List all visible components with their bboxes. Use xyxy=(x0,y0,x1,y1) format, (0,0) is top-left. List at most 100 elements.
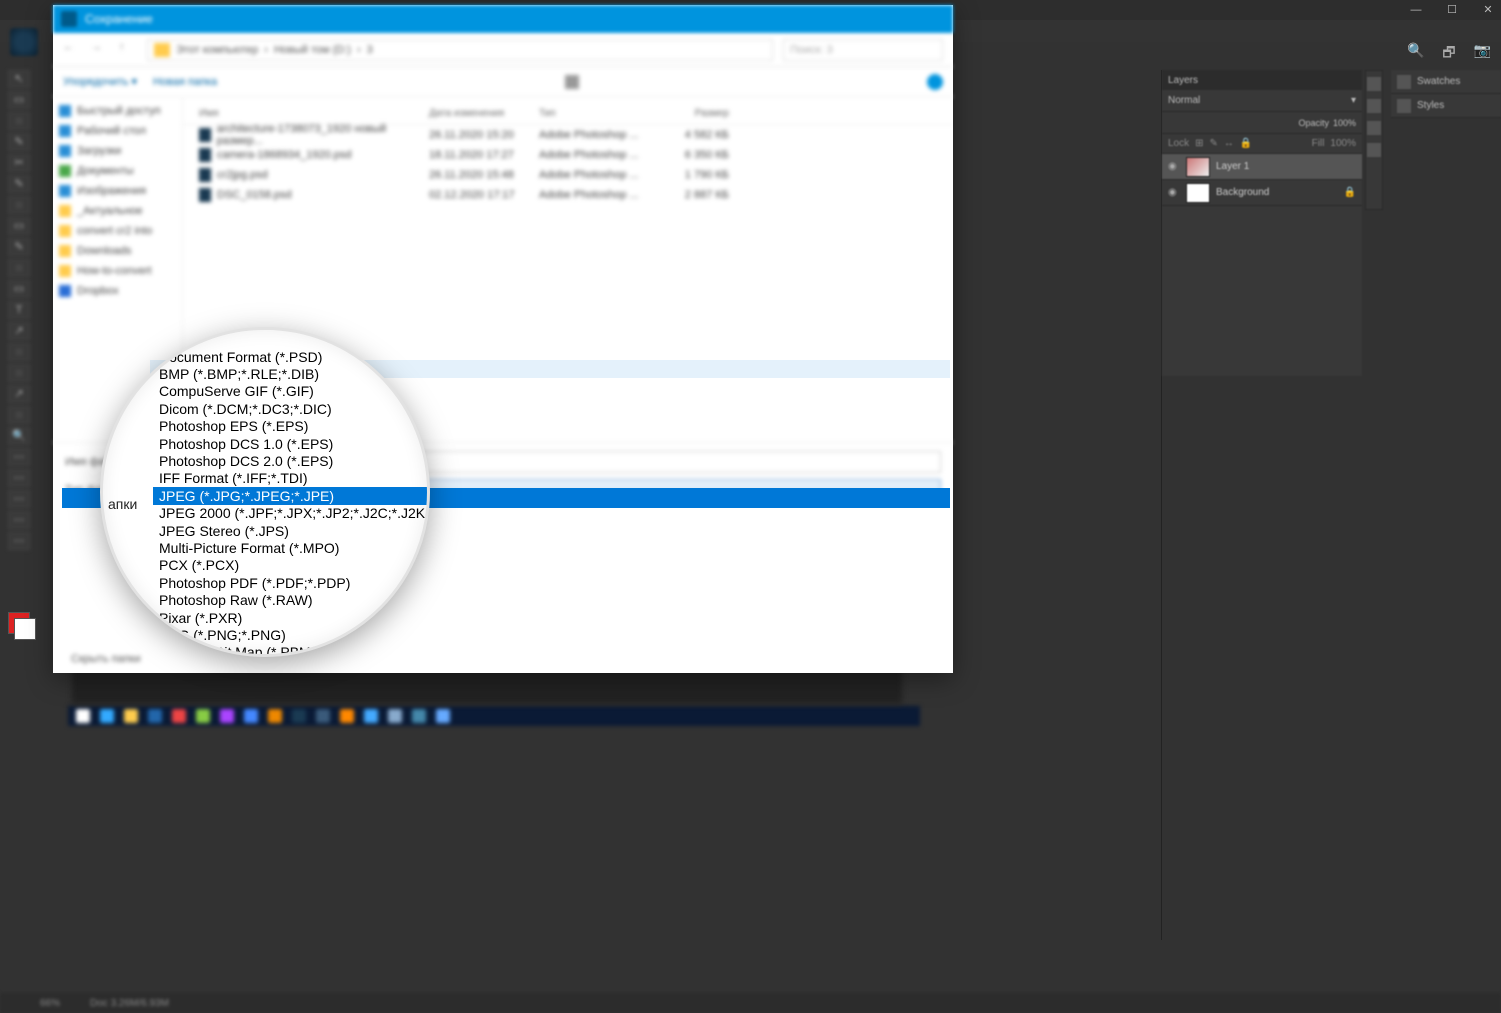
nav-back-button[interactable]: ← xyxy=(63,41,81,59)
search-icon[interactable]: 🔍 xyxy=(1407,42,1424,64)
file-format-option[interactable]: Portable Bit Map (*.PBM;*.PGM;*.PPM) xyxy=(153,644,430,657)
organize-button[interactable]: Упорядочить ▾ xyxy=(63,75,137,88)
lock-position-icon[interactable]: ✎ xyxy=(1210,138,1218,149)
layer-visibility-icon[interactable]: ◉ xyxy=(1168,161,1180,173)
dialog-titlebar[interactable]: Сохранение xyxy=(53,5,953,33)
layer-visibility-icon[interactable]: ◉ xyxy=(1168,187,1180,199)
view-mode-icon[interactable] xyxy=(565,75,579,89)
sidebar-item[interactable]: Документы xyxy=(59,161,176,181)
layer-thumbnail[interactable] xyxy=(1186,157,1210,177)
windows-taskbar[interactable] xyxy=(68,706,920,726)
file-format-option[interactable]: Pixar (*.PXR) xyxy=(153,609,430,626)
tool-button[interactable]: ◌ xyxy=(8,259,30,277)
tool-button[interactable]: ↖ xyxy=(8,70,30,88)
dialog-minimize-icon[interactable] xyxy=(913,12,925,24)
file-format-option[interactable]: Photoshop DCS 2.0 (*.EPS) xyxy=(153,452,430,469)
taskbar-app-icon[interactable] xyxy=(220,709,234,723)
window-maximize-button[interactable]: ☐ xyxy=(1445,3,1459,17)
opacity-value[interactable]: 100% xyxy=(1333,118,1356,128)
tool-button[interactable]: ⋯ xyxy=(8,448,30,466)
window-close-button[interactable]: ✕ xyxy=(1481,3,1495,17)
sidebar-item[interactable]: Изображения xyxy=(59,181,176,201)
sidebar-item[interactable]: Быстрый доступ xyxy=(59,101,176,121)
taskbar-app-icon[interactable] xyxy=(172,709,186,723)
tool-button[interactable]: ◌ xyxy=(8,364,30,382)
file-format-option[interactable]: JPEG Stereo (*.JPS) xyxy=(153,522,430,539)
breadcrumb-segment[interactable]: 3 xyxy=(367,44,373,56)
actions-icon[interactable] xyxy=(1367,99,1381,113)
sidebar-item[interactable]: Загрузки xyxy=(59,141,176,161)
tool-button[interactable]: ⋯ xyxy=(8,511,30,529)
layer-row[interactable]: ◉ Background 🔒 xyxy=(1162,180,1362,206)
taskbar-app-icon[interactable] xyxy=(316,709,330,723)
tool-button[interactable]: T xyxy=(8,301,30,319)
status-zoom[interactable]: 66% xyxy=(40,998,60,1009)
file-format-option[interactable]: JPEG 2000 (*.JPF;*.JPX;*.JP2;*.J2C;*.J2K… xyxy=(153,505,430,522)
file-row[interactable]: camera-1868934_1920.psd 18.11.2020 17:27… xyxy=(183,145,953,165)
col-date[interactable]: Дата изменения xyxy=(429,108,539,119)
col-name[interactable]: Имя xyxy=(199,108,429,119)
sidebar-item[interactable]: Рабочий стол xyxy=(59,121,176,141)
file-format-dropdown[interactable]: Document Format (*.PSD)BMP (*.BMP;*.RLE;… xyxy=(153,334,430,657)
tool-button[interactable]: ↗ xyxy=(8,385,30,403)
taskbar-app-icon[interactable] xyxy=(124,709,138,723)
taskbar-app-icon[interactable] xyxy=(196,709,210,723)
camera-icon[interactable]: 📷 xyxy=(1474,42,1491,64)
tool-button[interactable]: ▭ xyxy=(8,280,30,298)
sidebar-item[interactable]: Dropbox xyxy=(59,281,176,301)
taskbar-app-icon[interactable] xyxy=(364,709,378,723)
tool-button[interactable]: ✎ xyxy=(8,238,30,256)
swatches-label[interactable]: Swatches xyxy=(1417,76,1460,87)
taskbar-app-icon[interactable] xyxy=(292,709,306,723)
styles-icon[interactable] xyxy=(1397,99,1411,113)
layer-row[interactable]: ◉ Layer 1 xyxy=(1162,154,1362,180)
taskbar-app-icon[interactable] xyxy=(76,709,90,723)
taskbar-app-icon[interactable] xyxy=(436,709,450,723)
tool-button[interactable]: ◌ xyxy=(8,406,30,424)
collapsed-panels-strip[interactable] xyxy=(1365,70,1383,210)
breadcrumb-segment[interactable]: Этот компьютер xyxy=(176,44,258,56)
file-format-option[interactable]: Photoshop EPS (*.EPS) xyxy=(153,418,430,435)
properties-icon[interactable] xyxy=(1367,121,1381,135)
file-format-option[interactable]: Photoshop DCS 1.0 (*.EPS) xyxy=(153,435,430,452)
lock-all-icon[interactable]: 🔒 xyxy=(1240,138,1252,149)
file-format-option[interactable]: PCX (*.PCX) xyxy=(153,557,430,574)
tool-button[interactable]: 🔍 xyxy=(8,427,30,445)
workspaces-icon[interactable]: 🗗 xyxy=(1442,42,1455,64)
file-row[interactable]: cr2jpg.psd 26.11.2020 15:48 Adobe Photos… xyxy=(183,165,953,185)
file-format-option[interactable]: JPEG (*.JPG;*.JPEG;*.JPE) xyxy=(153,487,430,504)
col-size[interactable]: Размер xyxy=(649,108,729,119)
file-format-option[interactable]: Document Format (*.PSD) xyxy=(153,348,430,365)
sidebar-item[interactable]: How-to-convert xyxy=(59,261,176,281)
styles-label[interactable]: Styles xyxy=(1417,100,1444,111)
background-color-swatch[interactable] xyxy=(14,618,36,640)
sidebar-item[interactable]: convert cr2 into xyxy=(59,221,176,241)
tool-button[interactable]: ⋯ xyxy=(8,532,30,550)
taskbar-app-icon[interactable] xyxy=(268,709,282,723)
window-minimize-button[interactable]: — xyxy=(1409,3,1423,17)
nav-up-button[interactable]: ↑ xyxy=(119,41,137,59)
tool-button[interactable]: ▭ xyxy=(8,91,30,109)
file-format-option[interactable]: CompuServe GIF (*.GIF) xyxy=(153,383,430,400)
breadcrumb[interactable]: Этот компьютер› Новый том (D:)› 3 xyxy=(147,39,773,61)
lock-pixels-icon[interactable]: ⊞ xyxy=(1195,138,1203,149)
taskbar-app-icon[interactable] xyxy=(100,709,114,723)
dialog-close-icon[interactable] xyxy=(931,12,945,26)
adjustments-icon[interactable] xyxy=(1367,143,1381,157)
tool-button[interactable]: ✎ xyxy=(8,175,30,193)
search-input[interactable]: Поиск: 3 xyxy=(783,39,943,61)
lock-move-icon[interactable]: ↔ xyxy=(1224,138,1234,149)
file-row[interactable]: DSC_0158.psd 02.12.2020 17:17 Adobe Phot… xyxy=(183,185,953,205)
fill-value[interactable]: 100% xyxy=(1330,138,1356,149)
file-format-option[interactable]: IFF Format (*.IFF;*.TDI) xyxy=(153,470,430,487)
file-format-option[interactable]: Dicom (*.DCM;*.DC3;*.DIC) xyxy=(153,400,430,417)
file-format-option[interactable]: BMP (*.BMP;*.RLE;*.DIB) xyxy=(153,365,430,382)
taskbar-app-icon[interactable] xyxy=(340,709,354,723)
tool-button[interactable]: ⋯ xyxy=(8,490,30,508)
taskbar-app-icon[interactable] xyxy=(412,709,426,723)
tool-button[interactable]: ◌ xyxy=(8,196,30,214)
tool-button[interactable]: ▭ xyxy=(8,217,30,235)
taskbar-app-icon[interactable] xyxy=(244,709,258,723)
file-row[interactable]: architecture-1738073_1920 новый размер..… xyxy=(183,125,953,145)
breadcrumb-segment[interactable]: Новый том (D:) xyxy=(274,44,351,56)
